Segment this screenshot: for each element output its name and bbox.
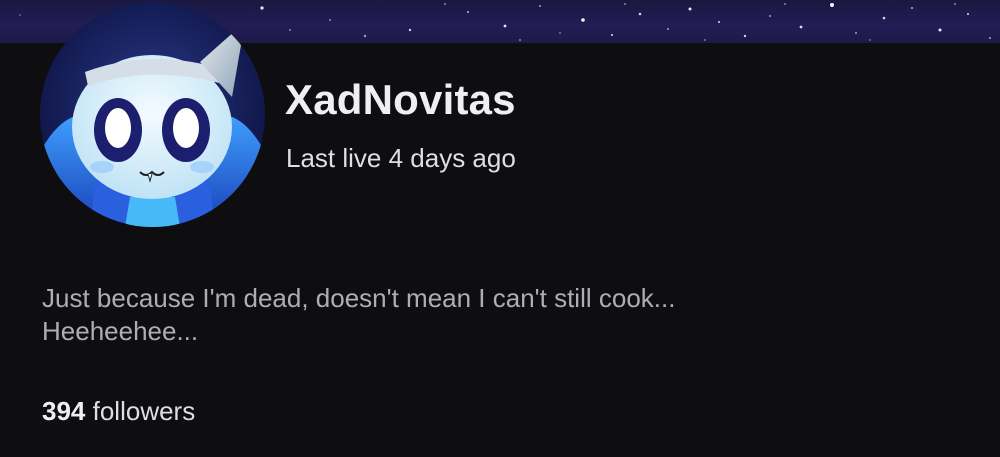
followers-number: 394 [42,396,86,426]
last-live-status: Last live 4 days ago [286,143,516,173]
bio-line: Just because I'm dead, doesn't mean I ca… [42,283,676,313]
channel-bio: Just because I'm dead, doesn't mean I ca… [42,282,942,348]
channel-username[interactable]: XadNovitas [285,74,516,126]
ghost-avatar-image [40,2,265,227]
channel-avatar[interactable] [40,2,265,227]
bio-line: Heeheehee... [42,316,199,346]
channel-profile-header: XadNovitas Last live 4 days ago Just bec… [0,0,1000,457]
followers-label: followers [92,396,196,426]
followers-count: 394 followers [42,393,195,429]
